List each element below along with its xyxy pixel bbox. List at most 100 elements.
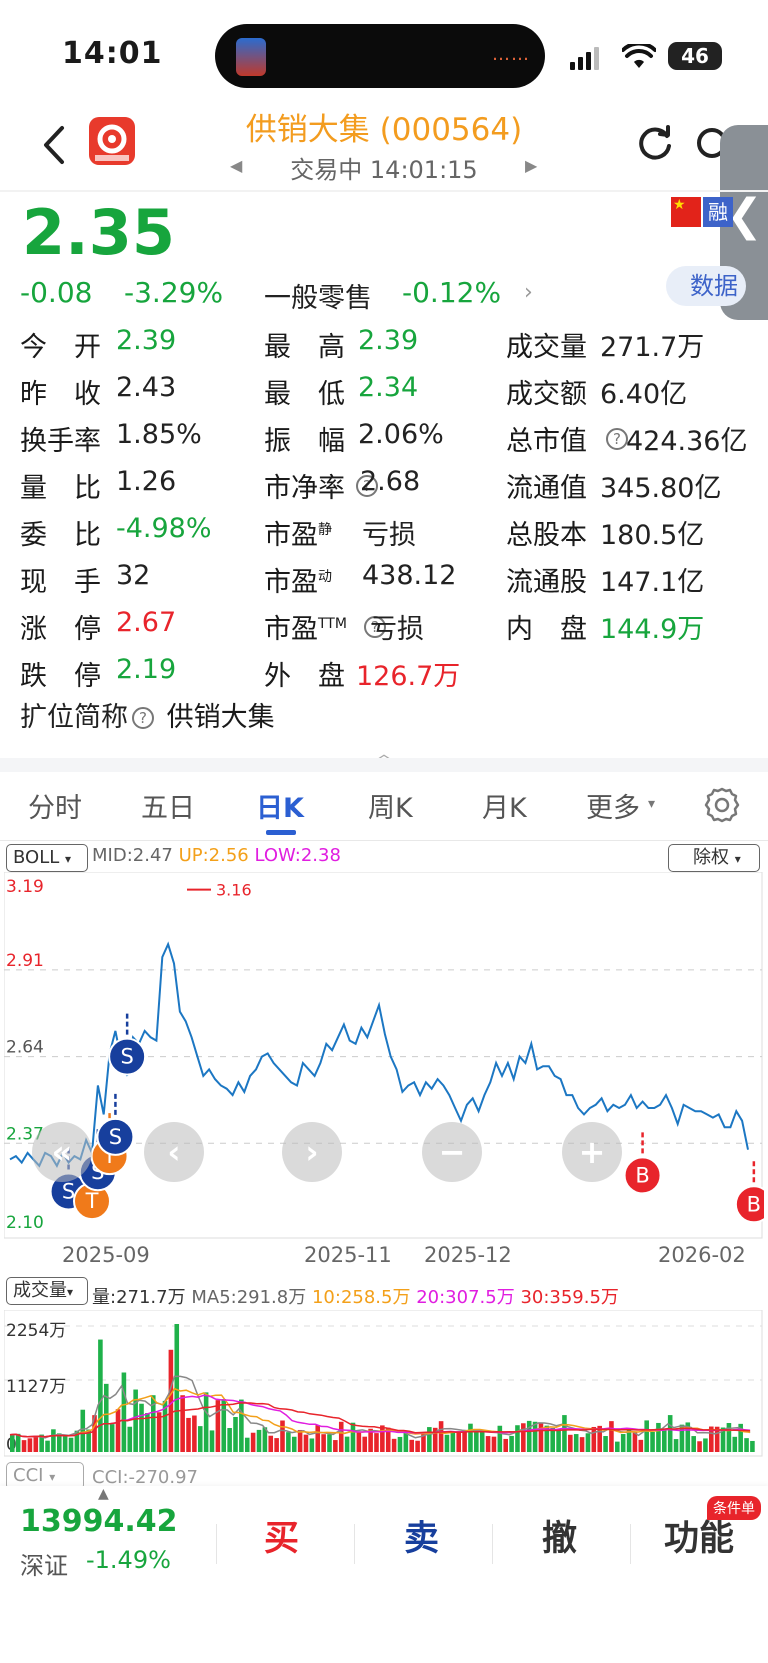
stat-label: 内 盘 [506,614,587,645]
volume-bar [239,1399,244,1452]
tab-daily-k[interactable]: 日K [256,786,304,825]
boll-low: LOW:2.38 [254,845,341,866]
stat-value: 2.39 [358,325,419,356]
cancel-button[interactable]: 撤 [542,1510,577,1561]
island-activity-dots: …… [492,44,530,65]
volume-bar [585,1433,591,1452]
volume-bar [362,1436,368,1452]
stat-value: -4.98% [116,513,212,544]
caret-down-icon: ▾ [65,852,72,866]
stat-label-sup: 静 [318,522,332,538]
indicator-select[interactable]: BOLL ▾ [6,844,88,872]
volume-bar [568,1434,573,1452]
stat-value: 亏损 [370,614,424,645]
stat-label: 总市值 [506,426,587,457]
next-stock-arrow-icon[interactable]: ▶ [525,156,537,175]
index-change[interactable]: -1.49% [86,1546,171,1574]
battery-indicator: 46 [668,42,722,70]
stat-label: 最 高 [264,332,345,363]
y-tick-label: 2.91 [6,951,44,971]
volume-bar [309,1438,315,1452]
stat-label: 市净率 [264,473,345,504]
volume-bar [51,1429,56,1452]
tab-more[interactable]: 更多 [586,786,640,825]
ext-name-value: 供销大集 [166,702,275,733]
x-tick-label: 2026-02 [658,1243,746,1267]
volume-bar [174,1324,180,1452]
gear-icon[interactable] [703,786,741,824]
volume-select[interactable]: 成交量▾ [6,1277,88,1305]
refresh-icon[interactable] [636,124,674,162]
help-icon[interactable]: ? [132,707,154,729]
volume-bar [374,1433,379,1452]
x-tick-label: 2025-09 [62,1243,150,1267]
stat-value: 271.7万 [600,332,705,363]
stat-label: 跌 停 [20,661,101,692]
sell-button[interactable]: 卖 [404,1510,439,1561]
chevron-right-icon[interactable]: › [524,280,533,305]
volume-bar [403,1432,409,1452]
volume-bar [315,1425,321,1452]
signal-label: S [120,1045,133,1069]
volume-bar [427,1427,432,1452]
kline-chart[interactable]: 3.192.912.642.372.102025-09 2025-11 2025-1… [4,872,764,1272]
stat-value: 2.19 [116,654,177,685]
volume-bar [139,1403,144,1452]
divider [216,1524,217,1564]
tab-weekly-k[interactable]: 周K [368,786,413,825]
volume-y-label: 1127万 [6,1377,66,1397]
industry-name[interactable]: 一般零售 [264,276,372,315]
index-name[interactable]: 深证 [20,1546,68,1581]
status-time: 14:01 [62,36,163,71]
stat-value: 2.39 [116,325,177,356]
volume-bar [15,1433,21,1452]
volume-bar [479,1432,485,1452]
chart-control-prev-glyph: ‹ [167,1133,180,1171]
volume-bar [274,1438,279,1452]
buy-button[interactable]: 买 [264,1510,299,1561]
volume-bar [121,1372,127,1452]
data-button[interactable]: 数据 [666,266,746,306]
stat-value: 亏损 [362,520,416,551]
volume-bar [215,1400,221,1452]
caret-down-icon: ▾ [648,796,656,812]
signal-label: B [635,1163,649,1187]
stat-label: 换手率 [20,426,101,457]
volume-bar [115,1409,121,1452]
volume-bar [650,1431,655,1452]
help-icon[interactable]: ? [606,428,628,450]
adjust-select[interactable]: 除权 ▾ [668,844,760,872]
price-change-pct: -3.29% [124,276,224,309]
china-flag-icon: ★ [671,197,701,227]
tab-intraday[interactable]: 分时 [28,786,82,825]
caret-up-icon[interactable]: ▲ [98,1486,109,1502]
margin-label[interactable]: 融 [703,197,733,227]
volume-bar [503,1438,508,1452]
volume-bar [468,1423,473,1452]
caret-down-icon: ▾ [49,1470,56,1484]
industry-change[interactable]: -0.12% [402,276,501,309]
divider [630,1524,631,1564]
tab-five-day[interactable]: 五日 [141,786,195,825]
volume-bar [750,1440,755,1452]
index-value[interactable]: 13994.42 [20,1504,178,1539]
volume-bar [673,1439,679,1452]
volume-bar [515,1425,520,1452]
conditional-order-badge[interactable]: 条件单 [707,1496,761,1520]
stat-label: 外 盘 [264,661,345,692]
tab-monthly-k[interactable]: 月K [482,786,527,825]
volume-bar [33,1435,39,1452]
stat-value: 144.9万 [600,614,705,645]
volume-bar [327,1434,332,1452]
volume-bar [667,1415,673,1452]
boll-values: MID:2.47 UP:2.56 LOW:2.38 [92,845,341,866]
volume-bar [485,1436,491,1452]
volume-value: 量:271.7万 [92,1287,186,1308]
volume-values: 量:271.7万 MA5:291.8万 10:258.5万 20:307.5万 … [92,1283,619,1309]
wifi-icon [622,44,656,68]
volume-bar [656,1422,661,1452]
volume-bar [644,1420,649,1452]
volume-bar [391,1438,397,1452]
volume-bar [509,1435,514,1452]
volume-bar [438,1421,444,1452]
